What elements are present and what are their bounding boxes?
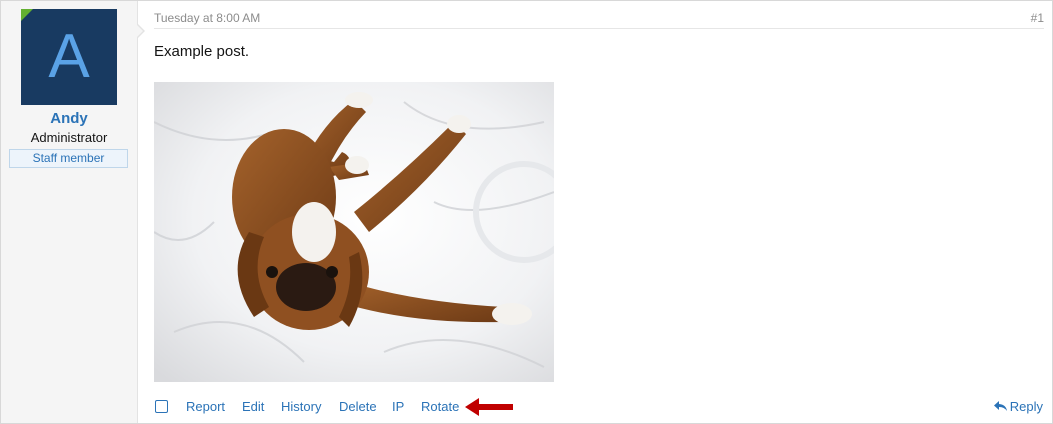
message-attribution: Tuesday at 8:00 AM #1 <box>154 9 1044 29</box>
rotate-link[interactable]: Rotate <box>421 399 459 414</box>
message-container: A Andy Administrator Staff member Tuesda… <box>0 0 1053 424</box>
user-pane-arrow-inner <box>137 25 143 37</box>
post-image[interactable] <box>154 82 554 382</box>
staff-member-banner: Staff member <box>9 149 128 168</box>
dog-photo-illustration <box>154 82 554 382</box>
report-link[interactable]: Report <box>186 399 225 414</box>
post-date-link[interactable]: Tuesday at 8:00 AM <box>154 11 260 25</box>
reply-button[interactable]: Reply <box>993 399 1043 414</box>
edit-link[interactable]: Edit <box>242 399 264 414</box>
username-link[interactable]: Andy <box>1 110 137 127</box>
select-post-checkbox[interactable] <box>155 400 168 413</box>
message-body: Example post. <box>154 43 250 60</box>
reply-icon <box>993 401 1007 411</box>
reply-label: Reply <box>1009 399 1043 414</box>
avatar[interactable]: A <box>21 9 117 105</box>
post-number-link[interactable]: #1 <box>1031 11 1044 25</box>
avatar-letter: A <box>48 22 90 91</box>
ip-link[interactable]: IP <box>392 399 404 414</box>
delete-link[interactable]: Delete <box>339 399 377 414</box>
user-title: Administrator <box>30 130 108 145</box>
online-indicator-icon <box>21 9 33 21</box>
red-arrow-icon <box>465 398 513 416</box>
history-link[interactable]: History <box>281 399 321 414</box>
message-user-pane: A Andy Administrator Staff member <box>1 1 138 423</box>
